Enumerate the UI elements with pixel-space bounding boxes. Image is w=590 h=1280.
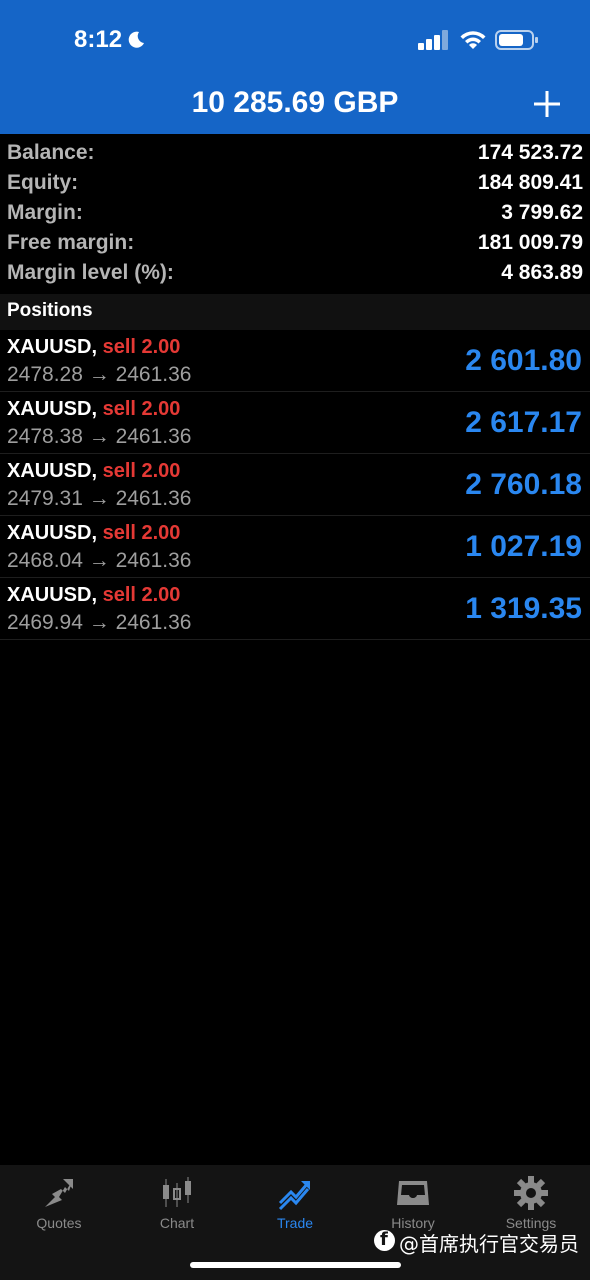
position-row[interactable]: XAUUSD, sell 2.00 2468.04 → 2461.36 1 02…	[0, 516, 590, 578]
free-margin-value: 181 009.79	[477, 231, 583, 254]
moon-icon	[128, 31, 144, 48]
margin-level-row: Margin level (%): 4 863.89	[0, 259, 590, 289]
equity-label: Equity:	[7, 171, 79, 194]
quotes-icon	[45, 1179, 73, 1207]
position-symbol: XAUUSD,	[7, 522, 98, 544]
position-row[interactable]: XAUUSD, sell 2.00 2479.31 → 2461.36 2 76…	[0, 454, 590, 516]
balance-value: 174 523.72	[477, 141, 583, 164]
position-row[interactable]: XAUUSD, sell 2.00 2478.38 → 2461.36 2 61…	[0, 392, 590, 454]
position-symbol-line: XAUUSD, sell 2.00	[7, 522, 180, 545]
position-side: sell 2.00	[102, 522, 181, 544]
cellular-signal-icon	[418, 30, 448, 50]
battery-icon	[495, 30, 538, 50]
position-side: sell 2.00	[102, 460, 181, 482]
position-profit: 1 027.19	[465, 530, 582, 563]
facebook-icon	[374, 1229, 395, 1251]
positions-section-header: Positions	[0, 294, 590, 330]
position-profit: 2 617.17	[465, 406, 582, 439]
margin-row: Margin: 3 799.62	[0, 199, 590, 229]
position-row[interactable]: XAUUSD, sell 2.00 2478.28 → 2461.36 2 60…	[0, 330, 590, 392]
position-prices: 2479.31 → 2461.36	[7, 487, 192, 510]
position-symbol-line: XAUUSD, sell 2.00	[7, 584, 180, 607]
free-margin-label: Free margin:	[7, 231, 135, 254]
position-row[interactable]: XAUUSD, sell 2.00 2469.94 → 2461.36 1 31…	[0, 578, 590, 640]
tab-quotes[interactable]: Quotes	[0, 1165, 118, 1245]
positions-title: Positions	[7, 300, 93, 321]
margin-value: 3 799.62	[501, 201, 583, 224]
margin-level-value: 4 863.89	[501, 261, 583, 284]
home-indicator[interactable]	[190, 1262, 401, 1268]
wifi-icon	[460, 31, 486, 49]
position-prices: 2478.38 → 2461.36	[7, 425, 192, 448]
tab-chart[interactable]: Chart	[118, 1165, 236, 1245]
tab-trade[interactable]: Trade	[236, 1165, 354, 1245]
position-side: sell 2.00	[102, 584, 181, 606]
settings-icon	[514, 1176, 548, 1210]
top-bar: 8:12 10 285.69 GBP	[0, 0, 590, 134]
position-side: sell 2.00	[102, 398, 181, 420]
trade-icon	[278, 1181, 310, 1211]
balance-label: Balance:	[7, 141, 95, 164]
tab-chart-label: Chart	[159, 1215, 195, 1231]
free-margin-row: Free margin: 181 009.79	[0, 229, 590, 259]
add-order-button[interactable]	[532, 89, 562, 119]
chart-icon	[163, 1177, 191, 1207]
position-symbol: XAUUSD,	[7, 398, 98, 420]
equity-row: Equity: 184 809.41	[0, 169, 590, 199]
balance-row: Balance: 174 523.72	[0, 139, 590, 169]
position-symbol-line: XAUUSD, sell 2.00	[7, 460, 180, 483]
position-prices: 2478.28 → 2461.36	[7, 363, 192, 386]
position-profit: 1 319.35	[465, 592, 582, 625]
position-profit: 2 760.18	[465, 468, 582, 501]
position-prices: 2469.94 → 2461.36	[7, 611, 192, 634]
status-time: 8:12	[74, 26, 123, 53]
history-icon	[397, 1181, 429, 1205]
position-symbol: XAUUSD,	[7, 460, 98, 482]
position-prices: 2468.04 → 2461.36	[7, 549, 192, 572]
tab-quotes-label: Quotes	[36, 1215, 82, 1231]
position-symbol-line: XAUUSD, sell 2.00	[7, 336, 180, 359]
margin-level-label: Margin level (%):	[7, 261, 174, 284]
watermark-text: @首席执行官交易员	[399, 1232, 579, 1256]
position-side: sell 2.00	[102, 336, 181, 358]
account-profit-title: 10 285.69 GBP	[191, 86, 399, 119]
position-symbol: XAUUSD,	[7, 584, 98, 606]
margin-label: Margin:	[7, 201, 83, 224]
equity-value: 184 809.41	[477, 171, 583, 194]
tab-trade-label: Trade	[276, 1215, 314, 1231]
position-symbol: XAUUSD,	[7, 336, 98, 358]
position-profit: 2 601.80	[465, 344, 582, 377]
position-symbol-line: XAUUSD, sell 2.00	[7, 398, 180, 421]
